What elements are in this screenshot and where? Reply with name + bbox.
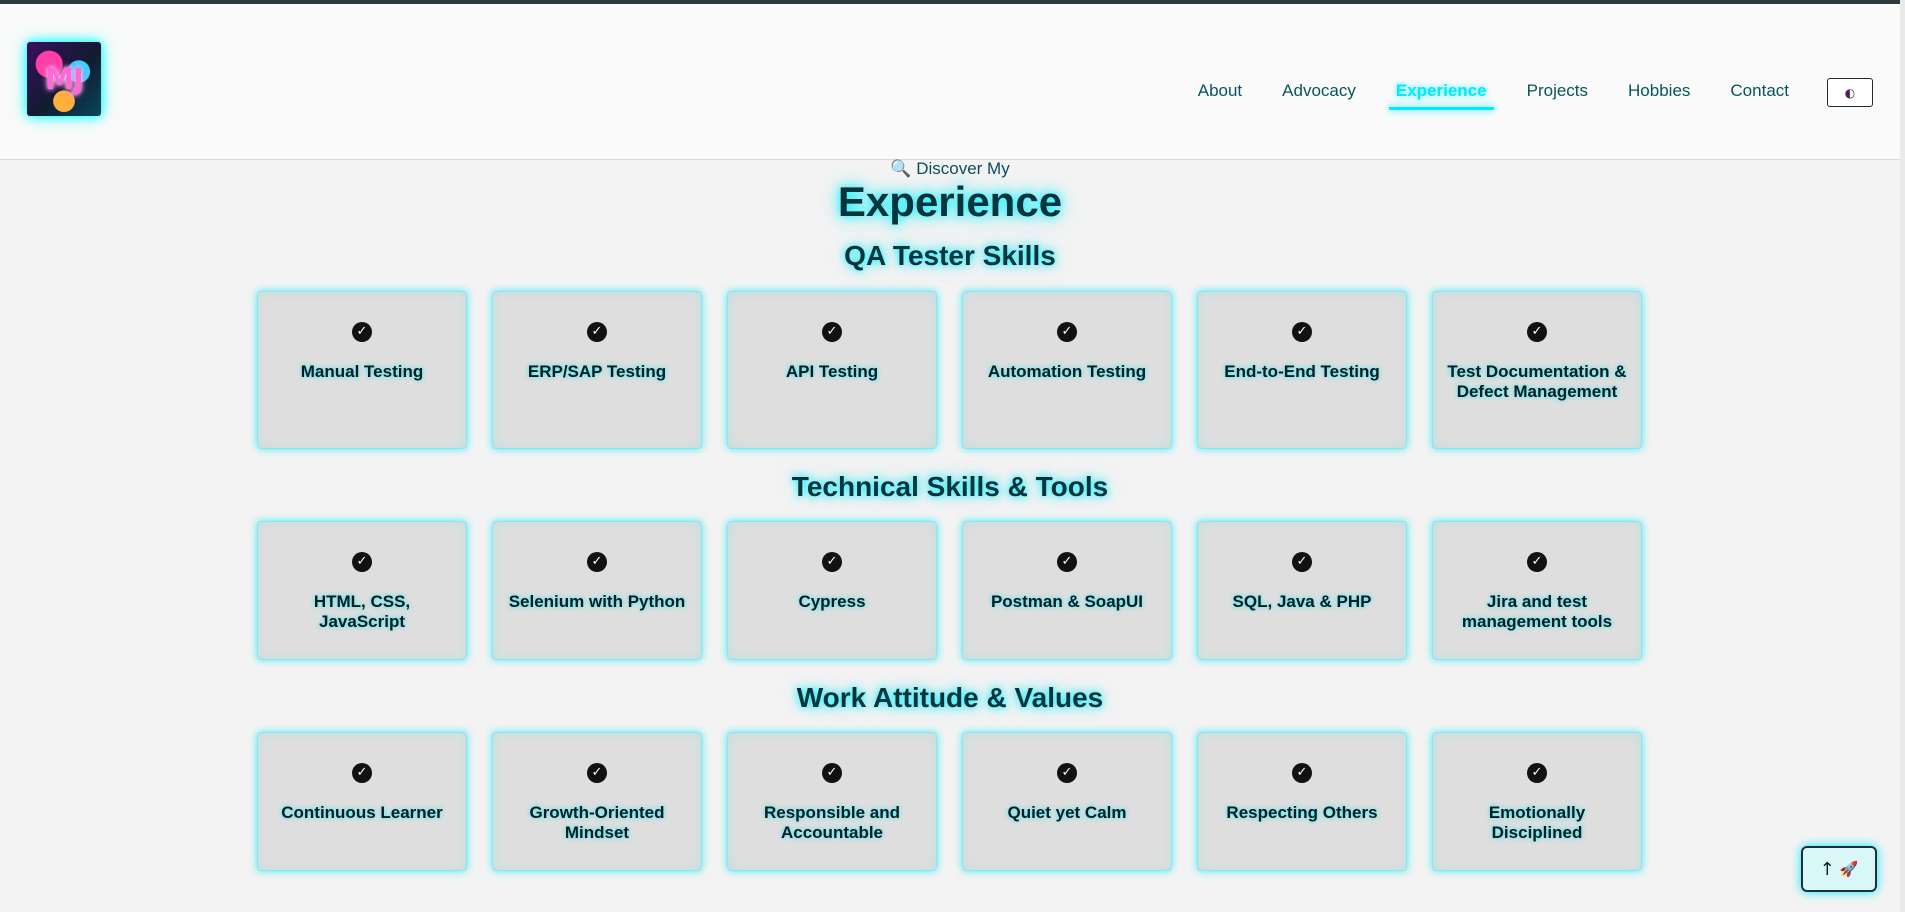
- section-title-technical-skills-tools: Technical Skills & Tools: [791, 471, 1109, 502]
- checkmark-icon: ✓: [1527, 763, 1547, 783]
- skill-label: Test Documentation & Defect Management: [1447, 362, 1627, 401]
- value-card: ✓ Emotionally Disciplined: [1432, 732, 1642, 871]
- nav-about[interactable]: About: [1191, 79, 1249, 107]
- value-label: Growth-Oriented Mindset: [529, 803, 665, 842]
- value-card: ✓ Quiet yet Calm: [962, 732, 1172, 871]
- value-card: ✓ Continuous Learner: [257, 732, 467, 871]
- skill-card: ✓ Automation Testing: [962, 291, 1172, 449]
- skill-label: ERP/SAP Testing: [527, 362, 667, 381]
- theme-toggle-button[interactable]: ◐: [1827, 78, 1873, 107]
- checkmark-icon: ✓: [587, 763, 607, 783]
- value-label: Emotionally Disciplined: [1488, 803, 1586, 842]
- nav-projects[interactable]: Projects: [1520, 79, 1595, 107]
- value-card: ✓ Respecting Others: [1197, 732, 1407, 871]
- value-label: Quiet yet Calm: [1007, 803, 1127, 822]
- checkmark-icon: ✓: [352, 552, 372, 572]
- checkmark-icon: ✓: [822, 552, 842, 572]
- value-label: Respecting Others: [1226, 803, 1378, 822]
- site-logo[interactable]: MJ: [27, 42, 101, 116]
- checkmark-icon: ✓: [1057, 763, 1077, 783]
- checkmark-icon: ✓: [1527, 322, 1547, 342]
- skill-label: Postman & SoapUI: [990, 592, 1144, 611]
- checkmark-icon: ✓: [1292, 322, 1312, 342]
- site-header: MJ About Advocacy Experience Projects Ho…: [0, 4, 1900, 160]
- checkmark-icon: ✓: [1057, 322, 1077, 342]
- checkmark-icon: ✓: [1292, 552, 1312, 572]
- skill-card: ✓ ERP/SAP Testing: [492, 291, 702, 449]
- skill-card: ✓ Jira and test management tools: [1432, 521, 1642, 660]
- skill-card: ✓ Manual Testing: [257, 291, 467, 449]
- back-to-top-button[interactable]: ↑ 🚀: [1801, 846, 1877, 892]
- skill-label: Automation Testing: [987, 362, 1147, 381]
- technical-skills-grid: ✓ HTML, CSS, JavaScript ✓ Selenium with Py…: [257, 521, 1642, 660]
- hero-kicker: 🔍 Discover My: [0, 159, 1900, 179]
- skill-label: Selenium with Python: [508, 592, 686, 611]
- hero-kicker-text: Discover My: [916, 159, 1010, 178]
- work-values-grid: ✓ Continuous Learner ✓ Growth-Oriented Min…: [257, 732, 1642, 871]
- checkmark-icon: ✓: [822, 763, 842, 783]
- nav-experience[interactable]: Experience: [1388, 79, 1494, 110]
- skill-label: End-to-End Testing: [1224, 362, 1380, 381]
- skill-card: ✓ HTML, CSS, JavaScript: [257, 521, 467, 660]
- value-label: Continuous Learner: [281, 803, 443, 822]
- value-card: ✓ Responsible and Accountable: [727, 732, 937, 871]
- rocket-icon: 🚀: [1839, 860, 1859, 878]
- checkmark-icon: ✓: [1057, 552, 1077, 572]
- section-title-work-attitude-values: Work Attitude & Values: [796, 682, 1104, 713]
- skill-card: ✓ Postman & SoapUI: [962, 521, 1172, 660]
- skill-label: Manual Testing: [300, 362, 424, 381]
- qa-skills-grid: ✓ Manual Testing ✓ ERP/SAP Testing ✓ API Te…: [257, 291, 1642, 449]
- skill-label: Cypress: [798, 592, 866, 611]
- skill-card: ✓ API Testing: [727, 291, 937, 449]
- skill-label: HTML, CSS, JavaScript: [313, 592, 411, 631]
- skill-label: SQL, Java & PHP: [1232, 592, 1372, 611]
- checkmark-icon: ✓: [587, 322, 607, 342]
- checkmark-icon: ✓: [822, 322, 842, 342]
- nav-hobbies[interactable]: Hobbies: [1621, 79, 1697, 107]
- skill-card: ✓ Cypress: [727, 521, 937, 660]
- value-card: ✓ Growth-Oriented Mindset: [492, 732, 702, 871]
- skill-card: ✓ SQL, Java & PHP: [1197, 521, 1407, 660]
- checkmark-icon: ✓: [352, 322, 372, 342]
- search-icon: 🔍: [890, 159, 912, 178]
- arrow-up-icon: ↑: [1819, 858, 1835, 880]
- checkmark-icon: ✓: [352, 763, 372, 783]
- skill-card: ✓ Selenium with Python: [492, 521, 702, 660]
- section-title-qa-tester-skills: QA Tester Skills: [844, 240, 1056, 271]
- skill-label: Jira and test management tools: [1461, 592, 1613, 631]
- skill-card: ✓ End-to-End Testing: [1197, 291, 1407, 449]
- checkmark-icon: ✓: [1292, 763, 1312, 783]
- checkmark-icon: ✓: [587, 552, 607, 572]
- nav-contact[interactable]: Contact: [1723, 79, 1796, 107]
- checkmark-icon: ✓: [1527, 552, 1547, 572]
- nav-advocacy[interactable]: Advocacy: [1275, 79, 1363, 107]
- skill-label: API Testing: [785, 362, 879, 381]
- skill-card: ✓ Test Documentation & Defect Management: [1432, 291, 1642, 449]
- half-circle-icon: ◐: [1844, 85, 1856, 100]
- main-nav: About Advocacy Experience Projects Hobbi…: [1191, 79, 1796, 110]
- value-label: Responsible and Accountable: [763, 803, 901, 842]
- page-title: Experience: [837, 178, 1063, 225]
- page-scrollbar-track[interactable]: [1900, 0, 1905, 912]
